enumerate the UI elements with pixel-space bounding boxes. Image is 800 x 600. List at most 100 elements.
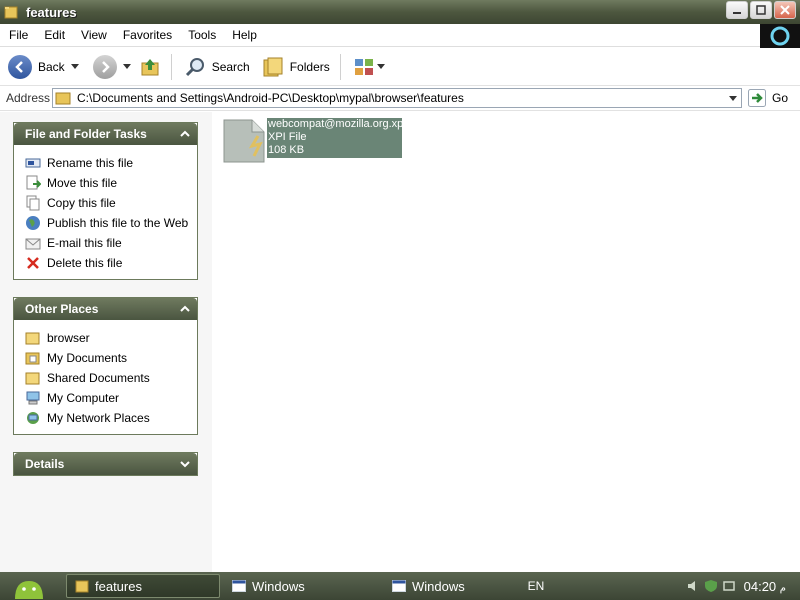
place-my-computer[interactable]: My Computer (14, 388, 197, 408)
menu-file[interactable]: File (0, 28, 36, 42)
task-delete-file[interactable]: Delete this file (14, 253, 197, 273)
system-tray: EN 04:20 م (528, 572, 800, 600)
folder-icon (25, 372, 40, 385)
address-input[interactable]: C:\Documents and Settings\Android-PC\Des… (52, 88, 742, 108)
title-bar[interactable]: features (0, 0, 800, 24)
menu-view[interactable]: View (73, 28, 115, 42)
place-my-network-places[interactable]: My Network Places (14, 408, 197, 428)
forward-dropdown-icon[interactable] (122, 64, 131, 69)
network-status-icon[interactable] (722, 579, 736, 593)
language-indicator[interactable]: EN (528, 579, 545, 593)
place-shared-documents[interactable]: Shared Documents (14, 368, 197, 388)
place-browser[interactable]: browser (14, 328, 197, 348)
address-label: Address (6, 91, 51, 105)
brand-logo (760, 24, 800, 48)
rename-icon (25, 158, 41, 168)
panel-title: File and Folder Tasks (25, 127, 147, 141)
folder-icon (55, 92, 71, 105)
up-folder-icon (141, 58, 159, 75)
go-label: Go (772, 91, 789, 105)
other-places-header[interactable]: Other Places (14, 298, 197, 320)
file-folder-tasks-panel: File and Folder Tasks Rename this file M… (13, 122, 198, 280)
details-panel: Details (13, 452, 198, 476)
taskbar-item-windows-1[interactable]: Windows (232, 574, 305, 598)
task-label: E-mail this file (47, 236, 122, 250)
go-arrow-icon (748, 89, 766, 107)
clock[interactable]: 04:20 م (744, 579, 786, 594)
place-label: Shared Documents (47, 371, 150, 385)
folders-button[interactable]: Folders (262, 56, 330, 78)
task-email-file[interactable]: E-mail this file (14, 233, 197, 253)
menu-favorites[interactable]: Favorites (115, 28, 180, 42)
minimize-icon (733, 12, 741, 14)
chevron-down-icon[interactable] (179, 458, 191, 470)
maximize-button[interactable] (750, 1, 772, 19)
taskbar-item-windows-2[interactable]: Windows (392, 574, 465, 598)
forward-arrow-icon (92, 54, 117, 79)
email-icon (25, 238, 41, 250)
back-dropdown-icon[interactable] (70, 64, 79, 69)
chevron-up-icon[interactable] (179, 303, 191, 315)
up-folder-button[interactable] (139, 56, 161, 78)
address-bar: Address C:\Documents and Settings\Androi… (0, 86, 800, 111)
views-button[interactable] (353, 56, 385, 78)
task-pane: File and Folder Tasks Rename this file M… (0, 112, 212, 572)
file-type: XPI File (268, 131, 307, 143)
task-rename-file[interactable]: Rename this file (14, 153, 197, 173)
folders-label: Folders (289, 59, 330, 74)
search-label: Search (211, 59, 250, 74)
place-my-documents[interactable]: My Documents (14, 348, 197, 368)
place-label: browser (47, 331, 90, 345)
task-label: Publish this file to the Web (47, 216, 189, 230)
forward-button[interactable] (92, 54, 131, 79)
file-size: 108 KB (268, 144, 305, 156)
start-button[interactable] (0, 572, 58, 600)
menu-bar: File Edit View Favorites Tools Help (0, 24, 760, 47)
back-arrow-icon (8, 54, 32, 79)
xpi-file-icon (223, 119, 265, 163)
toolbar-separator (339, 53, 341, 80)
search-button[interactable]: Search (184, 56, 250, 78)
file-item[interactable]: webcompat@mozilla.org.xpi XPI File 108 K… (222, 118, 406, 164)
taskbar-item-label: Windows (412, 578, 465, 594)
volume-icon[interactable] (686, 579, 700, 593)
file-name: webcompat@mozilla.org.xpi (268, 118, 406, 130)
chevron-up-icon[interactable] (179, 128, 191, 140)
details-header[interactable]: Details (14, 453, 197, 475)
computer-icon (26, 391, 40, 405)
place-label: My Computer (47, 391, 120, 405)
minimize-button[interactable] (726, 1, 748, 19)
task-label: Move this file (47, 176, 118, 190)
clock-ampm: م (779, 582, 786, 594)
task-move-file[interactable]: Move this file (14, 173, 197, 193)
views-dropdown-icon (376, 64, 385, 69)
toolbar: Back Search Folders (0, 48, 800, 86)
file-folder-tasks-header[interactable]: File and Folder Tasks (14, 123, 197, 145)
menu-tools[interactable]: Tools (180, 28, 224, 42)
panel-title: Other Places (25, 302, 99, 316)
close-button[interactable] (774, 1, 796, 19)
menu-help[interactable]: Help (224, 28, 265, 42)
folders-icon (263, 57, 283, 76)
move-icon (26, 175, 41, 190)
back-button[interactable]: Back (8, 54, 79, 79)
task-copy-file[interactable]: Copy this file (14, 193, 197, 213)
task-label: Rename this file (47, 156, 134, 170)
taskbar-item-features[interactable]: features (66, 574, 220, 598)
window-controls (726, 1, 796, 19)
chevron-down-icon (729, 95, 737, 101)
taskbar-item-label: Windows (252, 578, 305, 594)
address-dropdown-button[interactable] (725, 89, 741, 107)
menu-edit[interactable]: Edit (36, 28, 73, 42)
delete-icon (27, 257, 39, 269)
tray-icons (686, 579, 736, 593)
shield-icon[interactable] (704, 579, 718, 593)
taskbar-item-label: features (95, 578, 142, 594)
maximize-icon (756, 5, 766, 15)
back-label: Back (38, 59, 65, 74)
window-icon (232, 580, 246, 592)
task-label: Copy this file (47, 196, 116, 210)
task-publish-web[interactable]: Publish this file to the Web (14, 213, 197, 233)
place-label: My Documents (47, 351, 128, 365)
go-button[interactable]: Go (748, 89, 788, 107)
